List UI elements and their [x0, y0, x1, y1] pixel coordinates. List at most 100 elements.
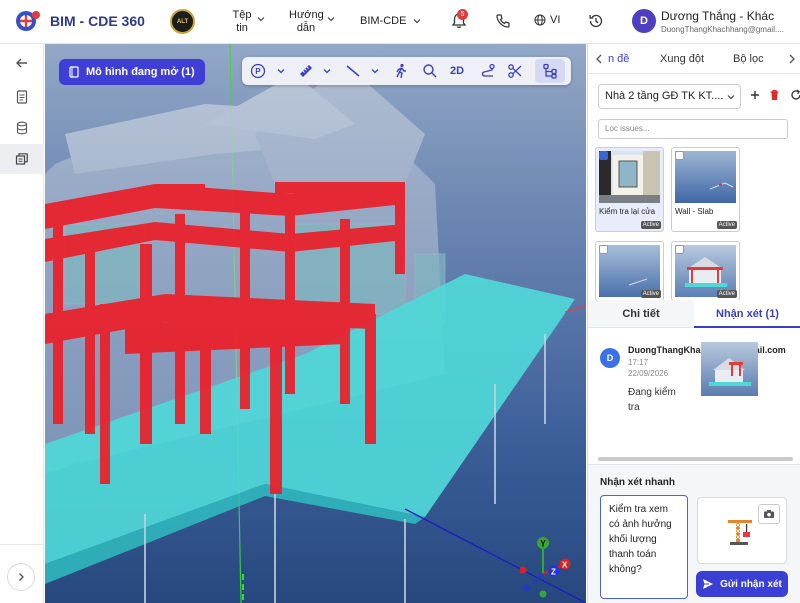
menu-file-label: Tệp tin	[232, 9, 252, 34]
detail-tabs: Chi tiết Nhận xét (1)	[588, 300, 800, 328]
expand-button[interactable]	[7, 563, 35, 591]
tab-filters[interactable]: Bộ lọc	[733, 53, 764, 65]
arrow-left-icon	[16, 58, 27, 68]
refresh-icon[interactable]	[791, 89, 800, 101]
model-select-value: Nhà 2 tầng GĐ TK KT....	[605, 90, 724, 102]
axis-gizmo[interactable]: Y X Z	[515, 534, 585, 603]
tab-issues[interactable]: n đề	[608, 53, 629, 65]
section-button[interactable]	[480, 63, 496, 79]
issue-card[interactable]: Active	[595, 241, 664, 301]
chevron-down-icon	[257, 17, 265, 22]
tab-comments[interactable]: Nhận xét (1)	[694, 300, 800, 328]
issue-card[interactable]: Active	[671, 241, 740, 301]
tab-detail[interactable]: Chi tiết	[588, 300, 694, 328]
chevron-down-icon	[327, 17, 335, 22]
svg-text:P: P	[255, 67, 261, 76]
chevron-left-icon[interactable]	[595, 54, 603, 64]
collapse-button[interactable]	[0, 48, 44, 78]
menu-bim-cde[interactable]: BIM-CDE	[360, 15, 421, 28]
globe-icon	[534, 14, 546, 26]
walk-icon	[396, 63, 406, 79]
perspective-button[interactable]: P	[250, 63, 266, 79]
tab-clashes[interactable]: Xung đột	[660, 53, 704, 65]
issue-filter-input[interactable]: Lọc issues...	[598, 119, 788, 139]
line-tool-button[interactable]	[345, 63, 361, 79]
issue-card[interactable]: Active Kiểm tra lại cửa	[595, 147, 664, 232]
comment-text: Đang kiểm tra	[628, 387, 676, 413]
menu-file[interactable]: Tệp tin	[232, 9, 265, 35]
issue-thumbnail	[675, 151, 736, 203]
zoom-button[interactable]	[422, 63, 438, 79]
path-icon	[481, 63, 495, 77]
comment-date: 22/09/2026	[628, 369, 669, 378]
add-icon[interactable]	[750, 90, 760, 100]
quick-comment-title: Nhận xét nhanh	[600, 477, 676, 488]
language-label: VI	[550, 14, 561, 26]
model-select[interactable]: Nhà 2 tầng GĐ TK KT....	[598, 84, 741, 109]
horizontal-scrollbar[interactable]	[598, 457, 793, 461]
open-models-button[interactable]: Mô hình đang mở (1)	[59, 59, 205, 85]
chevron-right-icon[interactable]	[788, 54, 796, 64]
view-2d-button[interactable]: 2D	[447, 63, 467, 79]
phone-icon[interactable]	[494, 12, 512, 30]
app-logo[interactable]	[14, 9, 42, 33]
measure-button[interactable]	[298, 63, 314, 79]
cut-button[interactable]	[507, 63, 523, 79]
axis-y-label: Y	[540, 539, 546, 549]
issue-checkbox[interactable]	[599, 245, 608, 254]
rail-divider	[0, 544, 44, 545]
rail-database-button[interactable]	[0, 113, 44, 143]
issues-panel: n đề Xung đột Bộ lọc Nhà 2 tầng GĐ TK KT…	[587, 44, 800, 603]
issue-checkbox[interactable]	[599, 151, 608, 160]
language-selector[interactable]: VI	[534, 14, 560, 26]
document-icon	[16, 90, 28, 104]
rail-models-button[interactable]	[0, 144, 44, 174]
walk-mode-button[interactable]	[393, 63, 409, 79]
issue-card[interactable]: Active Wall - Slab	[671, 147, 740, 232]
camera-icon	[764, 510, 774, 518]
send-comment-label: Gửi nhận xét	[720, 578, 782, 590]
line-tool-dropdown[interactable]	[370, 63, 380, 79]
chevron-down-icon	[727, 95, 735, 100]
model-canvas[interactable]	[45, 44, 586, 603]
model-tree-button[interactable]	[542, 63, 558, 79]
comment-time: 17:17	[628, 358, 649, 367]
chevron-down-icon	[323, 69, 331, 74]
viewer-toolbar: P 2D	[242, 57, 571, 85]
issue-title: Kiểm tra lại cửa	[599, 207, 656, 216]
scissors-icon	[508, 64, 522, 78]
comment-image[interactable]	[701, 342, 758, 396]
quick-comment-input[interactable]: Kiểm tra xem có ảnh hưởng khối lượng tha…	[600, 495, 688, 599]
user-email: DuongThangKhachhang@gmail....	[661, 25, 784, 34]
user-avatar[interactable]: D	[632, 9, 656, 33]
document-icon	[69, 66, 79, 78]
camera-button[interactable]	[758, 504, 780, 524]
app-title[interactable]: BIM - CDE 360	[50, 13, 145, 29]
status-badge: Active	[640, 221, 661, 229]
comment-avatar: D	[600, 348, 620, 368]
quick-comment-section: Nhận xét nhanh Kiểm tra xem có ảnh hưởng…	[588, 464, 800, 603]
issue-thumbnail	[599, 151, 660, 203]
top-header: BIM - CDE 360 ALT Tệp tin Hướng dẫn BIM-…	[0, 0, 800, 44]
chevron-down-icon	[413, 19, 421, 24]
measure-dropdown[interactable]	[322, 63, 332, 79]
menu-help[interactable]: Hướng dẫn	[289, 9, 335, 35]
layers-icon	[15, 153, 28, 165]
database-icon	[16, 121, 28, 135]
status-badge: Active	[716, 221, 737, 229]
delete-icon[interactable]	[769, 89, 780, 101]
issue-checkbox[interactable]	[675, 245, 684, 254]
panel-tabs: n đề Xung đột Bộ lọc	[588, 44, 800, 74]
chevron-right-icon	[19, 573, 24, 581]
rail-documents-button[interactable]	[0, 82, 44, 112]
send-icon	[703, 579, 714, 589]
issue-checkbox[interactable]	[675, 151, 684, 160]
model-viewport[interactable]: Mô hình đang mở (1) P 2D Y X Z	[45, 44, 586, 603]
axis-x-label: X	[562, 561, 568, 570]
snapshot-preview[interactable]	[697, 497, 787, 564]
user-name[interactable]: Dương Thắng - Khác	[661, 9, 774, 23]
history-icon[interactable]	[587, 12, 605, 30]
search-icon	[423, 64, 437, 78]
perspective-dropdown[interactable]	[276, 63, 286, 79]
send-comment-button[interactable]: Gửi nhận xét	[696, 571, 788, 597]
